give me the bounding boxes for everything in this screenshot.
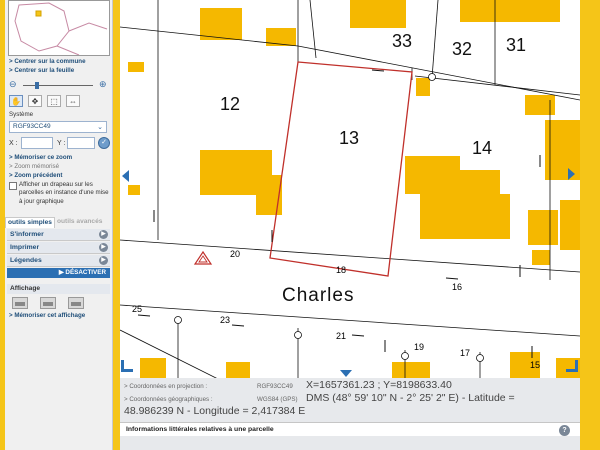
parcel-label-32: 32 [452, 39, 473, 59]
house-number: 25 [132, 304, 143, 314]
play-icon: ▶ [99, 230, 108, 239]
tools-tabs: outils simples outils avancés [5, 217, 110, 228]
geo-coords-label: > Coordonnées géographiques : [124, 396, 213, 403]
menu-imprimer[interactable]: Imprimer ▶ [7, 242, 110, 254]
parcel-info-row [120, 440, 580, 450]
street-name-label: Charles [282, 285, 355, 306]
flag-checkbox[interactable] [9, 182, 17, 190]
parcel-label-33: 33 [392, 31, 413, 51]
frame-corner [121, 360, 133, 372]
chevron-down-icon: ⌄ [97, 124, 103, 131]
display-header: Affichage [7, 284, 110, 294]
zoom-track[interactable] [23, 85, 93, 86]
tab-simple-tools[interactable]: outils simples [5, 217, 55, 228]
zoom-in-icon[interactable]: ⊕ [99, 79, 107, 90]
pan-right-arrow-icon[interactable] [568, 168, 575, 180]
house-number: 16 [452, 282, 463, 292]
display-mode-2-icon[interactable] [40, 297, 56, 309]
memorise-display-link[interactable]: > Mémoriser cet affichage [9, 312, 85, 319]
menu-legendes[interactable]: Légendes ▶ [7, 255, 110, 267]
menu-informer[interactable]: S'informer ▶ [7, 229, 110, 241]
parcel-info-header: Informations littérales relatives à une … [120, 422, 580, 436]
coordinates-line-3: 48.986239 N - Longitude = 2,417384 E [124, 405, 306, 417]
overview-minimap[interactable] [8, 0, 110, 56]
projection-system: RGF93CC49 [257, 383, 293, 390]
menu-imprimer-label: Imprimer [10, 244, 40, 251]
parcel-info-title: Informations littérales relatives à une … [126, 426, 274, 433]
play-icon: ▶ [99, 256, 108, 265]
coordinates-line-2: DMS (48° 59' 10" N - 2° 25' 2" E) - Lati… [306, 392, 515, 404]
projection-coords-label: > Coordonnées en projection : [124, 383, 208, 390]
pan-hand-icon[interactable]: ✋ [9, 95, 23, 107]
coordinates-readout: X=1657361.23 ; Y=8198633.40 DMS (48° 59'… [306, 379, 578, 405]
play-icon: ▶ [99, 243, 108, 252]
menu-informer-label: S'informer [10, 231, 44, 238]
y-coordinate-input[interactable] [67, 137, 95, 149]
pan-left-arrow-icon[interactable] [122, 170, 129, 182]
map-svg [120, 0, 580, 380]
y-label: Y : [57, 140, 66, 147]
x-label: X : [9, 140, 18, 147]
zoom-handle[interactable] [35, 82, 39, 89]
zoom-box-icon[interactable]: ⬚ [47, 95, 61, 107]
help-icon[interactable]: ? [559, 425, 570, 436]
house-number: 21 [336, 331, 347, 341]
parcel-boundaries [120, 0, 580, 380]
display-mode-1-icon[interactable] [12, 297, 28, 309]
house-number: 19 [414, 342, 425, 352]
menu-legendes-label: Légendes [10, 257, 42, 264]
selected-parcel-outline[interactable] [269, 61, 413, 277]
memorised-zoom-link[interactable]: > Zoom mémorisé [9, 163, 59, 170]
system-select[interactable]: RGF93CC49 ⌄ [9, 121, 107, 133]
parcel-label-13: 13 [339, 128, 360, 148]
house-number: 20 [230, 249, 241, 259]
geo-system: WGS84 (GPS) [257, 396, 298, 403]
frame-corner [566, 360, 578, 372]
system-value: RGF93CC49 [13, 123, 51, 130]
cadastral-map[interactable]: 12 13 14 31 32 33 Charles 20 18 16 25 23… [120, 0, 580, 380]
display-mode-3-icon[interactable] [68, 297, 84, 309]
house-number: 17 [460, 348, 471, 358]
crosshair-icon[interactable]: ✥ [28, 95, 42, 107]
x-coordinate-input[interactable] [21, 137, 53, 149]
coordinates-line-1: X=1657361.23 ; Y=8198633.40 [306, 379, 452, 391]
house-number: 15 [530, 360, 541, 370]
center-sheet-link[interactable]: > Centrer sur la feuille [9, 67, 74, 74]
zoom-slider[interactable]: ⊖ ⊕ [9, 79, 109, 91]
check-icon[interactable]: ✓ [98, 137, 110, 149]
house-number: 18 [336, 265, 347, 275]
info-panel: > Coordonnées en projection : RGF93CC49 … [120, 378, 580, 450]
map-tools: ✋ ✥ ⬚ ⇔ [9, 94, 109, 108]
parcel-label-12: 12 [220, 94, 241, 114]
parcel-label-31: 31 [506, 35, 527, 55]
tab-advanced-tools[interactable]: outils avancés [55, 217, 104, 228]
minimap-svg [9, 1, 109, 55]
zoom-out-icon[interactable]: ⊖ [9, 79, 17, 90]
memorise-zoom-link[interactable]: > Mémoriser ce zoom [9, 154, 72, 161]
measure-icon[interactable]: ⇔ [66, 95, 80, 107]
previous-zoom-link[interactable]: > Zoom précédent [9, 172, 62, 179]
system-label: Système [9, 111, 34, 118]
house-number: 23 [220, 315, 231, 325]
center-commune-link[interactable]: > Centrer sur la commune [9, 58, 86, 65]
deactivate-button[interactable]: ▶ DÉSACTIVER [7, 268, 110, 278]
pan-down-arrow-icon[interactable] [340, 370, 352, 377]
parcel-label-14: 14 [472, 138, 493, 158]
flag-label: Afficher un drapeau sur les parcelles en… [19, 181, 109, 205]
